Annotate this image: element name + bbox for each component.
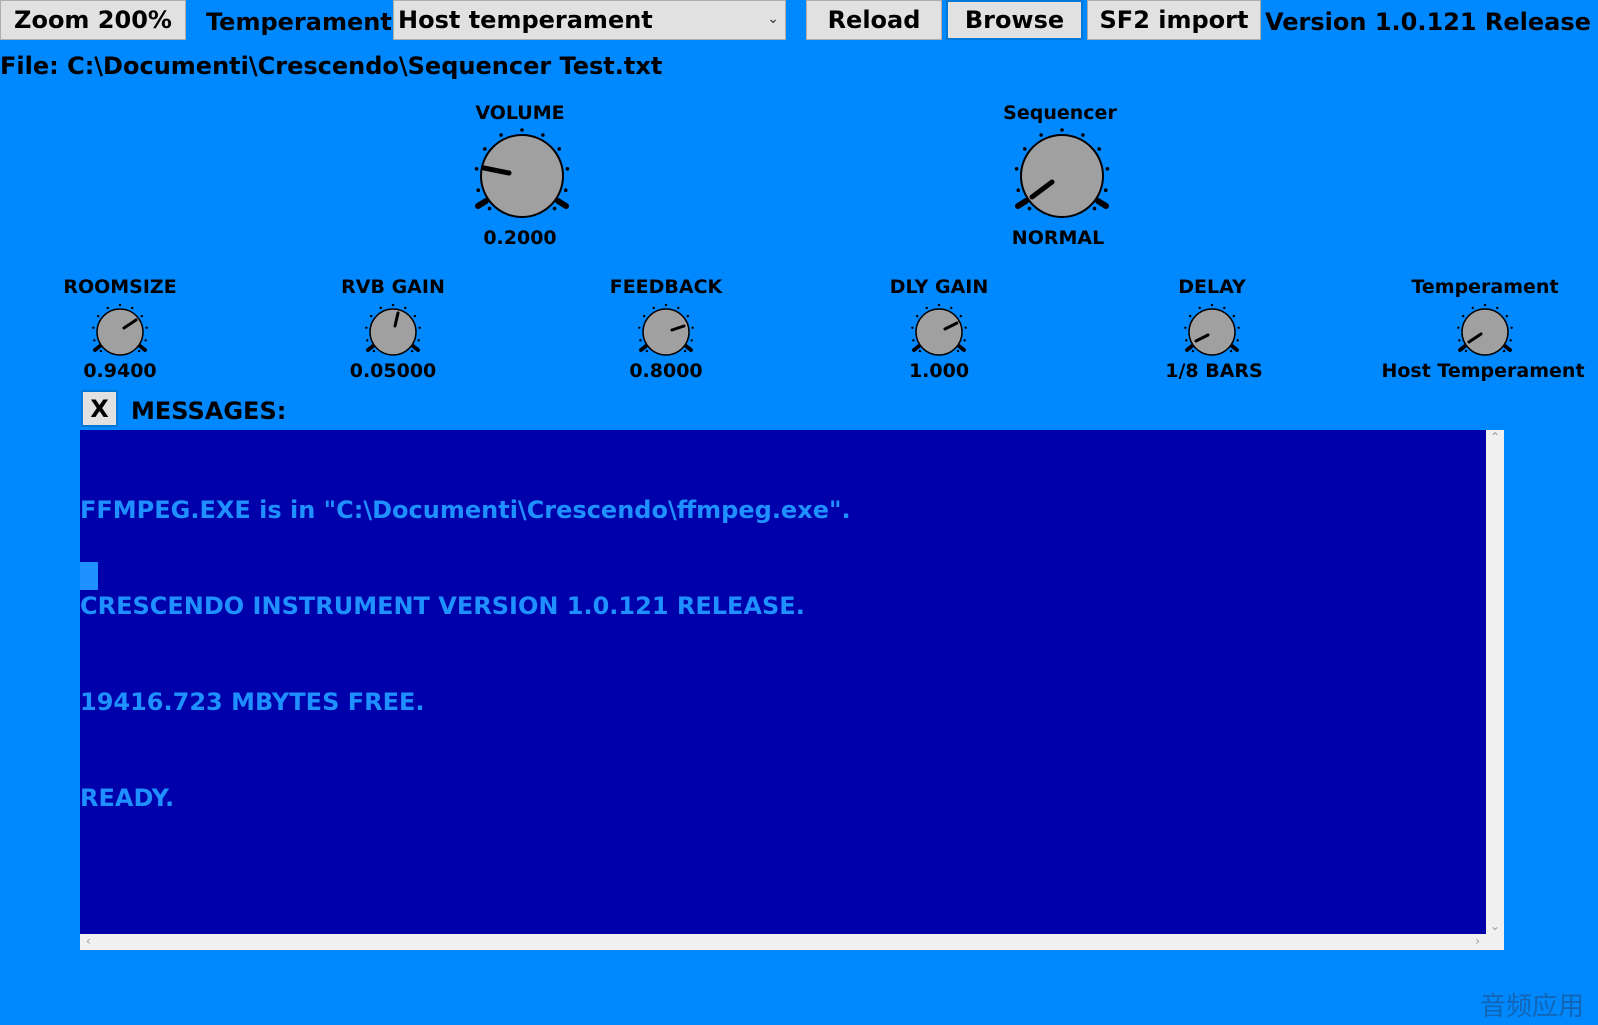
- message-line: 19416.723 MBYTES FREE.: [80, 688, 425, 716]
- scroll-left-icon[interactable]: ‹: [86, 934, 91, 948]
- temperament-select-value: Host temperament: [398, 6, 653, 34]
- vertical-scrollbar[interactable]: ⌃ ⌄: [1486, 430, 1504, 935]
- watermark: 音频应用: [1479, 992, 1584, 1022]
- rvb-gain-value: 0.05000: [349, 360, 437, 382]
- reload-button[interactable]: Reload: [806, 0, 942, 40]
- temperament-knob-value: Host Temperament: [1381, 360, 1585, 382]
- volume-value: 0.2000: [483, 227, 557, 249]
- feedback-value: 0.8000: [629, 360, 703, 382]
- temperament-knob[interactable]: [1457, 304, 1513, 360]
- delay-knob[interactable]: [1184, 304, 1240, 360]
- volume-knob[interactable]: [474, 128, 570, 224]
- delay-label: DELAY: [1178, 276, 1246, 298]
- delay-value: 1/8 BARS: [1165, 360, 1263, 382]
- temperament-select[interactable]: Host temperament ⌄: [393, 0, 786, 40]
- sf2-import-button[interactable]: SF2 import: [1087, 0, 1261, 40]
- message-line: CRESCENDO INSTRUMENT VERSION 1.0.121 REL…: [80, 592, 805, 620]
- chevron-down-icon: ⌄: [767, 11, 779, 27]
- message-line: READY.: [80, 784, 175, 812]
- scroll-down-icon[interactable]: ⌄: [1490, 919, 1500, 933]
- scroll-up-icon[interactable]: ⌃: [1490, 430, 1500, 444]
- browse-button[interactable]: Browse: [946, 0, 1083, 40]
- dly-gain-label: DLY GAIN: [889, 276, 989, 298]
- version-text: Version 1.0.121 Release: [1265, 8, 1591, 36]
- sequencer-label: Sequencer: [1003, 102, 1117, 124]
- feedback-label: FEEDBACK: [609, 276, 723, 298]
- roomsize-label: ROOMSIZE: [63, 276, 177, 298]
- rvb-gain-label: RVB GAIN: [341, 276, 445, 298]
- messages-close-button[interactable]: X: [81, 390, 118, 427]
- temperament-knob-label: Temperament: [1411, 276, 1559, 298]
- sequencer-value: NORMAL: [1011, 227, 1105, 249]
- volume-label: VOLUME: [475, 102, 565, 124]
- horizontal-scrollbar[interactable]: ‹ ›: [80, 934, 1504, 950]
- messages-text: FFMPEG.EXE is in "C:\Documenti\Crescendo…: [80, 430, 1486, 878]
- messages-title: MESSAGES:: [131, 397, 287, 425]
- message-line: FFMPEG.EXE is in "C:\Documenti\Crescendo…: [80, 496, 851, 524]
- file-path: File: C:\Documenti\Crescendo\Sequencer T…: [0, 52, 663, 80]
- messages-console[interactable]: FFMPEG.EXE is in "C:\Documenti\Crescendo…: [80, 430, 1504, 950]
- rvb-gain-knob[interactable]: [365, 304, 421, 360]
- dly-gain-value: 1.000: [908, 360, 970, 382]
- roomsize-value: 0.9400: [83, 360, 157, 382]
- sequencer-knob[interactable]: [1014, 128, 1110, 224]
- zoom-button[interactable]: Zoom 200%: [0, 0, 186, 40]
- roomsize-knob[interactable]: [92, 304, 148, 360]
- temperament-label: Temperament: [206, 8, 392, 36]
- feedback-knob[interactable]: [638, 304, 694, 360]
- text-cursor: [80, 562, 98, 590]
- scroll-right-icon[interactable]: ›: [1475, 934, 1480, 948]
- dly-gain-knob[interactable]: [911, 304, 967, 360]
